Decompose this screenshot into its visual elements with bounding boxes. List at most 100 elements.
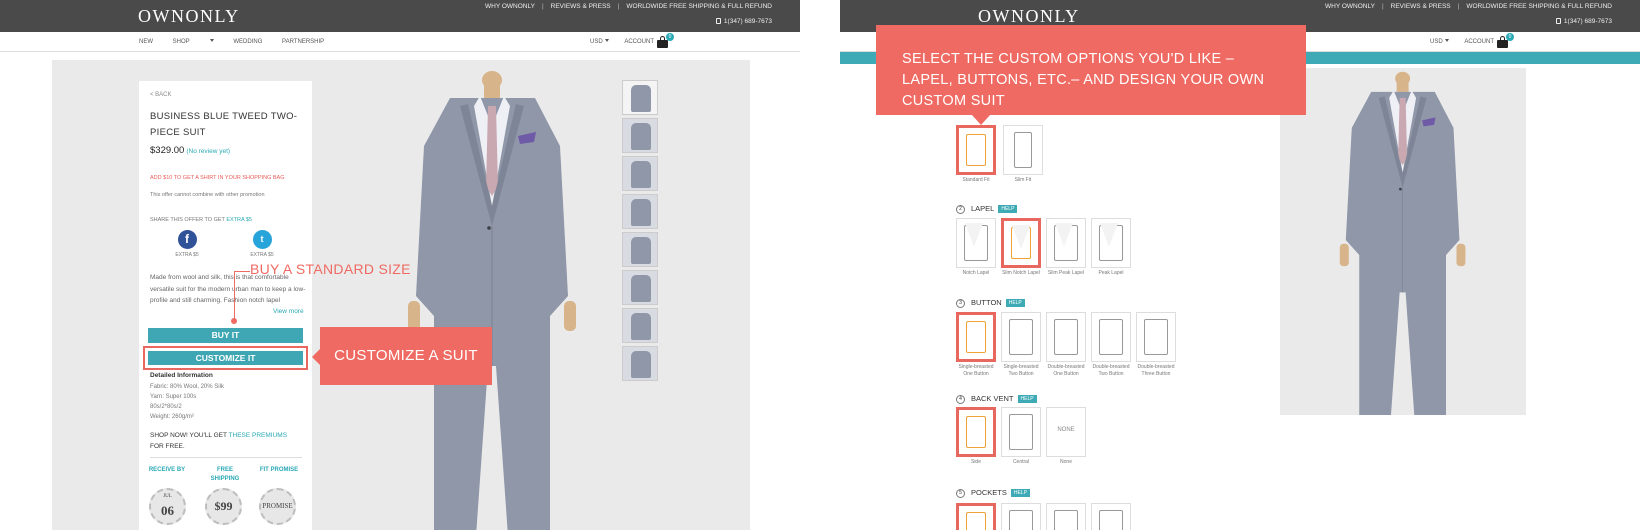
logo[interactable]: OWNONLY: [978, 6, 1080, 27]
annotation-buy-standard: BUY A STANDARD SIZE: [250, 261, 411, 277]
cart-count-badge: 0: [666, 33, 674, 41]
annotation-customize: CUSTOMIZE A SUIT: [312, 327, 492, 385]
main-nav: NEW SHOP WEDDING PARTNERSHIP USD ACCOUNT…: [0, 32, 800, 52]
details-title: Detailed Information: [150, 372, 213, 379]
currency-select[interactable]: USD: [1416, 39, 1449, 45]
top-links: WHY OWNONLY | REVIEWS & PRESS | WORLDWIDE FR…: [1324, 3, 1612, 10]
option-peak-lapel[interactable]: Peak Lapel: [1090, 218, 1132, 277]
twitter-share[interactable]: t EXTRA $5: [242, 230, 282, 258]
top-bar: OWNONLY WHY OWNONLY | REVIEWS & PRESS | WORL…: [0, 0, 800, 32]
section-button: 3 BUTTON HELP: [956, 298, 1025, 308]
thumbnail[interactable]: [622, 194, 658, 229]
thumbnail[interactable]: [622, 308, 658, 343]
option-double-three-button[interactable]: Double-breasted Three Button: [1135, 312, 1177, 378]
customizer-screenshot: OWNONLY WHY OWNONLY | REVIEWS & PRESS | WORL…: [840, 0, 1640, 530]
option-slim-notch-lapel[interactable]: Slim Notch Lapel: [1000, 218, 1042, 277]
option-notch-lapel[interactable]: Notch Lapel: [955, 218, 997, 277]
account-link[interactable]: ACCOUNT: [624, 39, 654, 45]
option-slim-fit[interactable]: Slim Fit: [1002, 125, 1044, 184]
delivery-date-badge: JUL 06: [149, 488, 186, 525]
facebook-share[interactable]: f EXTRA $5: [167, 230, 207, 258]
help-button[interactable]: HELP: [1005, 299, 1025, 307]
option-double-one-button[interactable]: Double-breasted One Button: [1045, 312, 1087, 378]
help-button[interactable]: HELP: [1017, 395, 1037, 403]
perk-fit-promise: FIT PROMISE: [259, 467, 299, 473]
thumbnail[interactable]: [622, 270, 658, 305]
option-single-two-button[interactable]: Single-breasted Two Button: [1000, 312, 1042, 378]
option-no-vent[interactable]: NONE None: [1045, 407, 1087, 466]
annotation-dot: [231, 318, 237, 324]
product-page-screenshot: OWNONLY WHY OWNONLY | REVIEWS & PRESS | WORL…: [0, 0, 800, 530]
logo[interactable]: OWNONLY: [138, 6, 240, 27]
help-button[interactable]: HELP: [1010, 489, 1030, 497]
section-back-vent: 4 BACK VENT HELP: [956, 394, 1037, 404]
chevron-down-icon: [604, 39, 609, 42]
view-more-link[interactable]: View more: [273, 308, 304, 315]
product-title: BUSINESS BLUE TWEED TWO-PIECE SUIT: [150, 111, 298, 138]
option-double-two-button[interactable]: Double-breasted Two Button: [1090, 312, 1132, 378]
nav-item-wedding[interactable]: WEDDING: [233, 39, 262, 45]
premiums-text: SHOP NOW! YOU'LL GET THESE PREMIUMS FOR …: [150, 432, 288, 450]
nav-item-shop[interactable]: SHOP: [173, 39, 214, 45]
nav-item-new[interactable]: NEW: [139, 39, 153, 45]
customize-highlight: CUSTOMIZE IT: [143, 346, 308, 370]
option-side-vent[interactable]: Side: [955, 407, 997, 466]
thumbnail-strip: [622, 80, 658, 384]
shirt-promo: ADD $10 TO GET A SHIRT IN YOUR SHOPPING …: [150, 175, 285, 181]
suit-image: [408, 71, 576, 530]
suit-preview-image: [1339, 71, 1466, 415]
chevron-down-icon: [209, 39, 214, 42]
chevron-down-icon: [1444, 39, 1449, 42]
help-button[interactable]: HELP: [998, 205, 1018, 213]
option-pocket[interactable]: [1090, 503, 1132, 530]
premiums-link[interactable]: THESE PREMIUMS: [229, 432, 288, 439]
share-offer-text: SHARE THIS OFFER TO GET EXTRA $5: [150, 217, 252, 223]
section-lapel: 2 LAPEL HELP: [956, 204, 1018, 214]
section-pockets: 5 POCKETS HELP: [956, 488, 1030, 498]
option-slim-peak-lapel[interactable]: Slim Peak Lapel: [1045, 218, 1087, 277]
thumbnail[interactable]: [622, 80, 658, 115]
phone-icon: [1555, 18, 1561, 24]
link-free-shipping[interactable]: WORLDWIDE FREE SHIPPING & FULL REFUND: [1466, 3, 1612, 10]
promo-note: This offer cannot combine with other pro…: [150, 192, 265, 198]
back-link[interactable]: < BACK: [150, 92, 172, 98]
shipping-badge: $99: [205, 488, 242, 525]
option-pocket[interactable]: [955, 503, 997, 530]
product-price: $329.00 (No review yet): [150, 145, 231, 156]
option-pocket[interactable]: [1000, 503, 1042, 530]
perk-receive-by: RECEIVE BY: [148, 467, 186, 473]
divider: [150, 457, 302, 458]
thumbnail[interactable]: [622, 156, 658, 191]
annotation-custom-options: SELECT THE CUSTOM OPTIONS YOU'D LIKE – L…: [876, 25, 1306, 125]
link-why-ownonly[interactable]: WHY OWNONLY: [1325, 3, 1375, 10]
phone-number: 1(347) 689-7673: [715, 18, 772, 25]
review-link[interactable]: (No review yet): [186, 148, 230, 155]
annotation-leader: [234, 271, 235, 321]
option-standard-fit[interactable]: Standard Fit: [955, 125, 997, 184]
buy-it-button[interactable]: BUY IT: [148, 328, 303, 343]
top-links: WHY OWNONLY | REVIEWS & PRESS | WORLDWIDE FR…: [484, 3, 772, 10]
perk-free-shipping: FREE SHIPPING: [210, 467, 240, 482]
customize-it-button[interactable]: CUSTOMIZE IT: [148, 351, 303, 365]
annotation-leader: [234, 271, 250, 272]
link-why-ownonly[interactable]: WHY OWNONLY: [485, 3, 535, 10]
option-central-vent[interactable]: Central: [1000, 407, 1042, 466]
twitter-icon: t: [252, 230, 272, 249]
composite-canvas: OWNONLY WHY OWNONLY | REVIEWS & PRESS | WORL…: [0, 0, 1640, 530]
thumbnail[interactable]: [622, 232, 658, 267]
facebook-icon: f: [177, 230, 197, 249]
nav-item-partnership[interactable]: PARTNERSHIP: [282, 39, 324, 45]
link-reviews-press[interactable]: REVIEWS & PRESS: [1391, 3, 1451, 10]
currency-select[interactable]: USD: [576, 39, 609, 45]
thumbnail[interactable]: [622, 346, 658, 381]
account-link[interactable]: ACCOUNT: [1464, 39, 1494, 45]
option-single-one-button[interactable]: Single-breasted One Button: [955, 312, 997, 378]
option-pocket[interactable]: [1045, 503, 1087, 530]
thumbnail[interactable]: [622, 118, 658, 153]
product-info-panel: < BACK BUSINESS BLUE TWEED TWO-PIECE SUI…: [139, 81, 312, 530]
link-free-shipping[interactable]: WORLDWIDE FREE SHIPPING & FULL REFUND: [626, 3, 772, 10]
details-list: Fabric: 80% Wool, 20% Silk Yarn: Super 1…: [150, 384, 224, 420]
phone-number: 1(347) 689-7673: [1555, 18, 1612, 25]
link-reviews-press[interactable]: REVIEWS & PRESS: [551, 3, 611, 10]
phone-icon: [715, 18, 721, 24]
